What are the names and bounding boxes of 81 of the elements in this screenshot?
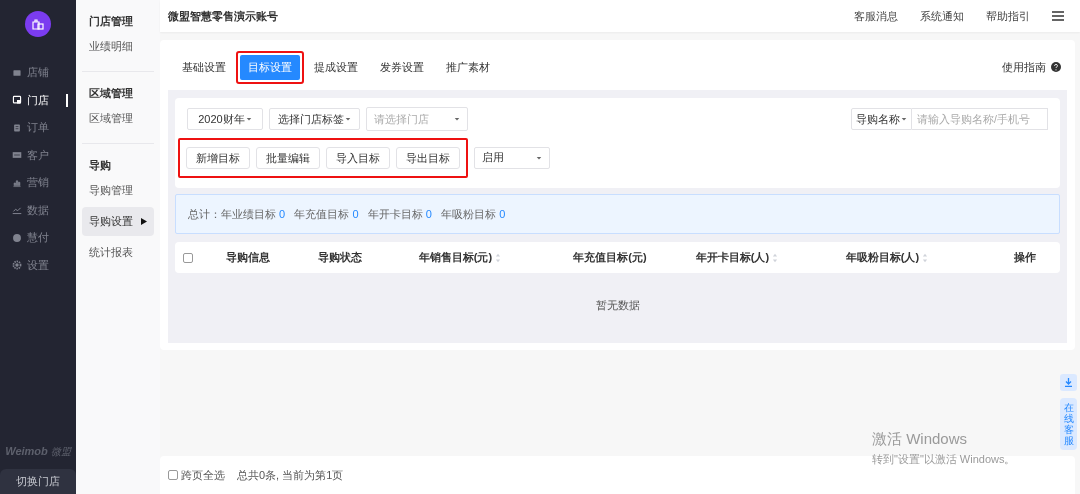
column-header: 年开卡目标(人) <box>695 250 770 265</box>
column-header: 年充值目标(元) <box>573 250 647 265</box>
tab[interactable]: 推广素材 <box>438 54 498 80</box>
checkbox[interactable] <box>168 470 178 480</box>
column-header: 导购状态 <box>318 250 362 265</box>
download-button[interactable] <box>1060 374 1077 391</box>
action-button[interactable]: 新增目标 <box>186 147 250 169</box>
shop-icon <box>12 95 22 106</box>
nav-item[interactable]: 业绩明细 <box>82 32 154 61</box>
brand-logo-text: Weimob <box>5 445 48 457</box>
select-all-checkbox[interactable] <box>183 252 193 263</box>
caret-icon <box>901 116 907 122</box>
nav-section-title: 门店管理 <box>88 13 134 29</box>
guide-link[interactable]: 使用指南 <box>1002 59 1046 75</box>
triangle-icon <box>141 218 147 225</box>
sort-icon[interactable] <box>772 252 779 263</box>
store-tag-dropdown[interactable]: 选择门店标签 <box>269 108 360 130</box>
tab[interactable]: 发券设置 <box>372 54 432 80</box>
sidebar-label: 订单 <box>27 120 49 136</box>
sidebar-item[interactable]: 门店 <box>0 86 76 114</box>
store-icon <box>12 67 22 78</box>
list-icon <box>12 122 22 133</box>
tab[interactable]: 提成设置 <box>306 54 366 80</box>
caret-icon <box>536 154 542 161</box>
column-header: 操作 <box>1013 250 1036 265</box>
sidebar-label: 店铺 <box>27 65 49 81</box>
sidebar-label: 门店 <box>27 92 49 108</box>
nav-item[interactable]: 导购管理 <box>82 176 154 205</box>
download-icon <box>1064 378 1073 387</box>
sidebar-item[interactable]: 设置 <box>0 251 76 279</box>
caret-icon <box>454 116 460 122</box>
column-header: 年吸粉目标(人) <box>845 250 920 265</box>
sidebar-label: 数据 <box>27 202 49 218</box>
sidebar-item[interactable]: 慧付 <box>0 224 76 252</box>
sidebar-item[interactable]: 客户 <box>0 141 76 169</box>
sort-icon[interactable] <box>922 252 929 263</box>
summary-text: 总计：年业绩目标 0 年充值目标 0 年开卡目标 0 年吸粉目标 0 <box>188 206 506 222</box>
empty-message: 暂无数据 <box>595 297 640 313</box>
caret-icon <box>345 116 351 122</box>
gear-icon <box>12 260 22 271</box>
nav-section-title: 区域管理 <box>88 85 134 101</box>
search-type-dropdown[interactable]: 导购名称 <box>851 108 912 130</box>
activation-hint: 转到"设置"以激活 Windows。 <box>872 452 1016 467</box>
year-dropdown[interactable]: 2020财年 <box>187 108 263 130</box>
search-field[interactable]: 请输入导购名称/手机号 <box>912 108 1048 130</box>
sort-icon[interactable] <box>495 252 502 263</box>
header-link[interactable]: 系统通知 <box>920 8 964 24</box>
checkbox-label: 跨页全选 <box>181 467 225 483</box>
nav-item[interactable]: 导购设置 <box>82 207 154 236</box>
menu-icon[interactable] <box>1052 11 1064 21</box>
nav-item[interactable]: 区域管理 <box>82 104 154 133</box>
nav-section-title: 导购 <box>88 157 112 173</box>
action-button[interactable]: 导出目标 <box>396 147 460 169</box>
nav-item[interactable]: 统计报表 <box>82 238 154 267</box>
sidebar-item[interactable]: 营销 <box>0 169 76 197</box>
sidebar-item[interactable]: 订单 <box>0 114 76 142</box>
activation-title: 激活 Windows <box>872 430 969 449</box>
action-button[interactable]: 批量编辑 <box>256 147 320 169</box>
status-select[interactable]: 启用 <box>474 146 550 169</box>
line-chart-icon <box>12 205 22 216</box>
account-name: 微盟智慧零售演示账号 <box>168 8 279 24</box>
tab[interactable]: 基础设置 <box>174 54 234 80</box>
sidebar-label: 设置 <box>27 257 49 273</box>
app-logo <box>25 11 51 37</box>
switch-store-button[interactable]: 切换门店 <box>0 469 76 494</box>
help-icon[interactable] <box>1051 62 1061 72</box>
header-link[interactable]: 客服消息 <box>854 8 898 24</box>
sidebar-item[interactable]: 数据 <box>0 196 76 224</box>
column-header: 年销售目标(元) <box>418 250 493 265</box>
card-icon <box>12 150 22 161</box>
bar-chart-icon <box>12 177 22 188</box>
action-button[interactable]: 导入目标 <box>326 147 390 169</box>
sidebar-label: 慧付 <box>27 230 49 246</box>
header-link[interactable]: 帮助指引 <box>986 8 1030 24</box>
pagination-info: 总共0条, 当前为第1页 <box>237 467 344 483</box>
column-header: 导购信息 <box>226 250 270 265</box>
sidebar-label: 营销 <box>27 175 49 191</box>
sidebar-item[interactable]: 店铺 <box>0 59 76 87</box>
sidebar-label: 客户 <box>27 147 49 163</box>
caret-icon <box>245 116 252 122</box>
circle-icon <box>12 232 22 243</box>
